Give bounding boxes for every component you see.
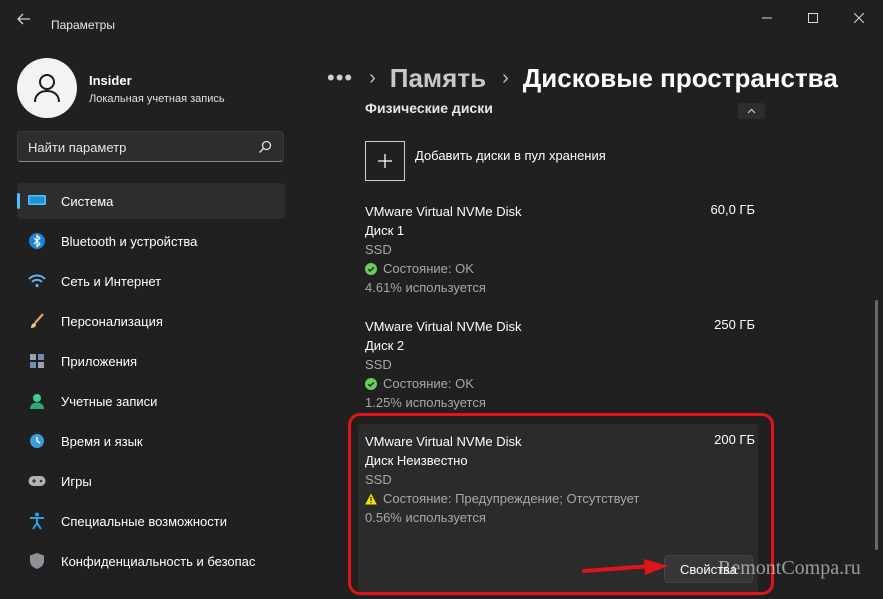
disk-label: Диск 1 [365,223,405,238]
warning-icon [365,493,377,504]
bluetooth-icon [28,232,46,250]
disk-type: SSD [365,472,392,487]
maximize-button[interactable] [793,8,833,28]
plus-icon [365,141,405,181]
sidebar-item-label: Время и язык [61,433,143,449]
sidebar-nav: Система Bluetooth и устройства Сеть и Ин… [17,183,285,583]
section-title: Физические диски [365,100,493,116]
physical-disks-section: Физические диски Добавить диски в пул хр… [344,96,775,599]
sidebar-item-label: Конфиденциальность и безопас [61,553,256,569]
sidebar-item-apps[interactable]: Приложения [17,343,285,379]
page-title: Дисковые пространства [522,62,838,93]
disk-item[interactable]: VMware Virtual NVMe Disk 60,0 ГБ Диск 1 … [365,202,755,297]
user-icon [34,74,60,103]
sidebar-item-accounts[interactable]: Учетные записи [17,383,285,419]
disk-status: Состояние: OK [365,374,755,393]
arrow-left-icon [17,13,30,25]
disk-label: Диск 2 [365,338,405,353]
sidebar-item-label: Учетные записи [61,393,158,409]
user-name: Insider [89,73,132,88]
disk-usage: 1.25% используется [365,395,486,410]
check-circle-icon [365,377,377,390]
sidebar-item-gaming[interactable]: Игры [17,463,285,499]
chevron-up-icon [747,108,756,114]
disk-name: VMware Virtual NVMe Disk [365,319,522,334]
minimize-icon [762,17,772,19]
disk-status-text: Состояние: OK [383,376,474,391]
disk-status: Состояние: OK [365,259,755,278]
breadcrumb-parent-link[interactable]: Память [390,63,486,94]
disk-usage: 0.56% используется [365,510,486,525]
shield-icon [28,552,46,570]
accounts-icon [28,392,46,410]
search-icon[interactable] [257,139,273,155]
sidebar-item-label: Сеть и Интернет [61,273,162,289]
brush-icon [28,312,46,330]
sidebar-item-personalization[interactable]: Персонализация [17,303,285,339]
disk-type: SSD [365,357,392,372]
scrollbar[interactable] [875,300,878,550]
sidebar-item-label: Приложения [61,353,138,369]
sidebar-item-label: Специальные возможности [61,513,227,529]
disk-status-text: Состояние: OK [383,261,474,276]
sidebar-item-system[interactable]: Система [17,183,285,219]
disk-type: SSD [365,242,392,257]
sidebar-item-bluetooth[interactable]: Bluetooth и устройства [17,223,285,259]
close-button[interactable] [839,8,879,28]
sidebar-item-time-language[interactable]: Время и язык [17,423,285,459]
add-disks-button[interactable]: Добавить диски в пул хранения [365,140,606,182]
disk-size: 60,0 ГБ [710,202,755,217]
sidebar-item-accessibility[interactable]: Специальные возможности [17,503,285,539]
back-button[interactable] [10,8,38,30]
disk-size: 250 ГБ [714,317,755,332]
account-type: Локальная учетная запись [89,93,225,105]
disk-name: VMware Virtual NVMe Disk [365,204,522,219]
disk-name: VMware Virtual NVMe Disk [365,434,522,449]
disk-label: Диск Неизвестно [365,453,468,468]
apps-icon [28,352,46,370]
watermark: RemontCompa.ru [718,557,861,579]
sidebar-item-network[interactable]: Сеть и Интернет [17,263,285,299]
breadcrumb-more-button[interactable]: ••• [327,65,353,91]
sidebar-item-label: Система [61,193,114,209]
sidebar-item-label: Персонализация [61,313,163,329]
sidebar-item-label: Игры [61,473,92,489]
disk-item[interactable]: VMware Virtual NVMe Disk 250 ГБ Диск 2 S… [365,317,755,412]
close-icon [854,13,864,23]
maximize-icon [808,13,818,23]
sidebar-item-label: Bluetooth и устройства [61,233,198,249]
sidebar-item-privacy[interactable]: Конфиденциальность и безопас [17,543,285,579]
add-disks-label: Добавить диски в пул хранения [415,147,606,163]
search-box [17,131,284,162]
chevron-right-icon: › [502,66,509,89]
sidebar: Insider Локальная учетная запись Система… [0,40,300,599]
time-language-icon [28,432,46,450]
disk-status-text: Состояние: Предупреждение; Отсутствует [383,491,640,506]
disk-status: Состояние: Предупреждение; Отсутствует [365,489,755,508]
disk-item[interactable]: VMware Virtual NVMe Disk 200 ГБ Диск Неи… [365,432,755,527]
chevron-right-icon: › [369,66,376,89]
avatar[interactable] [17,58,77,118]
system-icon [28,192,46,210]
wifi-icon [28,272,46,290]
disk-usage: 4.61% используется [365,280,486,295]
breadcrumb: ••• › Память › Дисковые пространства [327,60,838,96]
collapse-button[interactable] [738,103,765,119]
red-arrow-icon [582,559,668,575]
accessibility-icon [28,512,46,530]
check-circle-icon [365,262,377,275]
disk-size: 200 ГБ [714,432,755,447]
search-input[interactable] [28,138,248,156]
title-bar: Параметры [0,0,883,36]
app-title: Параметры [51,18,115,32]
minimize-button[interactable] [747,8,787,28]
settings-window: Параметры Insider Локальная учетная запи… [0,0,883,599]
gamepad-icon [28,472,46,490]
